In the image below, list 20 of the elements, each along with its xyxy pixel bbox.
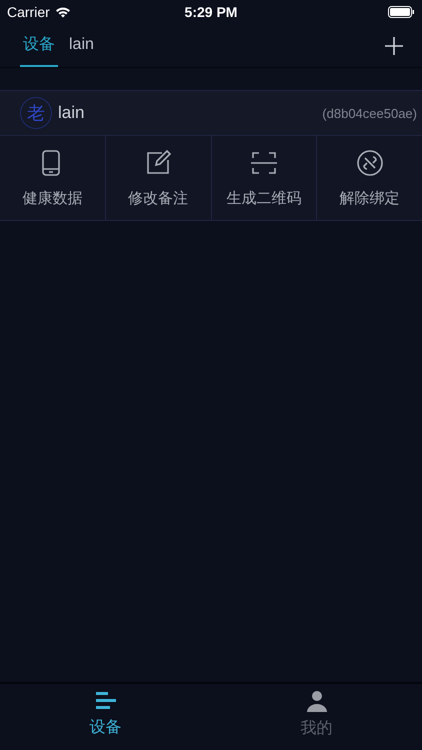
person-icon [306, 690, 328, 712]
action-button[interactable]: 修改备注 [106, 136, 212, 220]
avatar: 老 [20, 97, 52, 129]
battery-icon [388, 6, 415, 18]
edit-icon [144, 148, 172, 176]
top-tab[interactable]: lain [66, 24, 97, 67]
wifi-icon [54, 6, 71, 18]
action-button[interactable]: 解除绑定 [317, 136, 422, 220]
unlink-icon [356, 148, 384, 176]
carrier-label: Carrier [7, 4, 50, 20]
tab-bar-item[interactable]: 设备 [0, 684, 211, 750]
action-button[interactable]: 健康数据 [0, 136, 106, 220]
device-row[interactable]: 老 lain (d8b04cee50ae) [0, 90, 422, 136]
device-id: (d8b04cee50ae) [322, 106, 417, 120]
list-icon [94, 691, 116, 711]
top-tab[interactable]: 设备 [20, 24, 58, 67]
status-time: 5:29 PM [184, 4, 238, 20]
action-button[interactable]: 生成二维码 [212, 136, 318, 220]
plus-icon [384, 36, 404, 56]
device-name: lain [58, 103, 86, 123]
